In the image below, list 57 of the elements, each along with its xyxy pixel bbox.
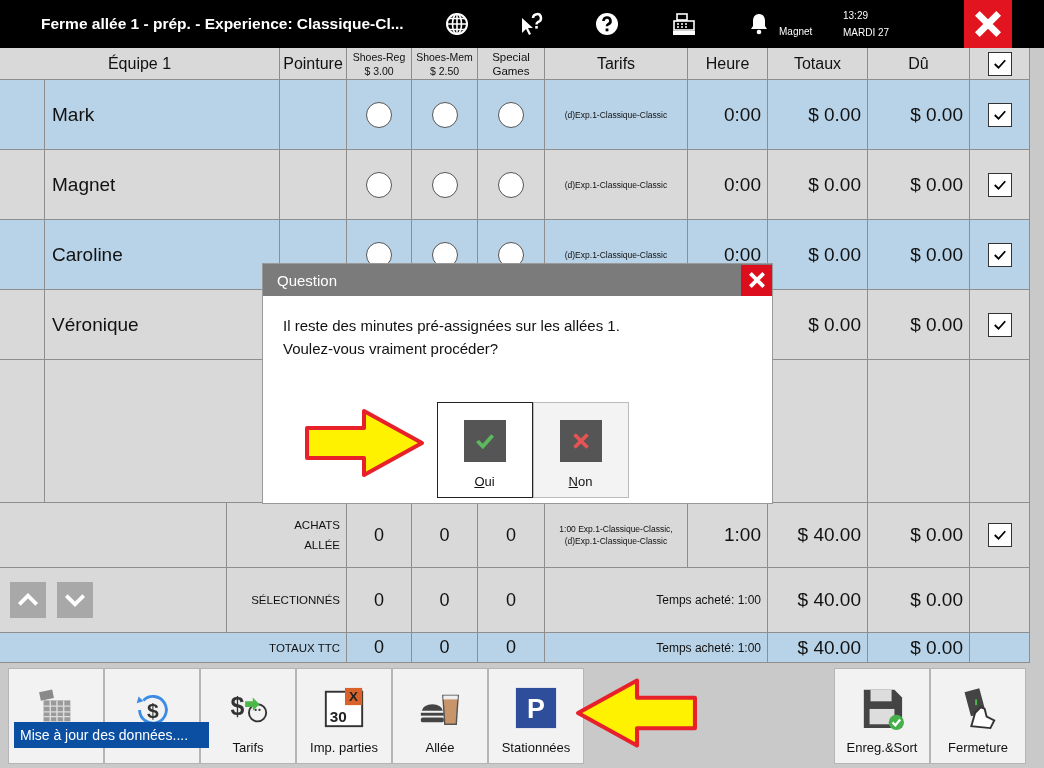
column-header: Équipe 1: [107, 54, 172, 73]
column-header: Heure: [705, 54, 750, 73]
due-cell: $ 0.00: [910, 589, 963, 611]
count-cell: 0: [506, 637, 516, 658]
column-header: Shoes-Mem $ 2.50: [416, 49, 473, 78]
column-header: Tarifs: [596, 54, 636, 73]
total-cell: $ 0.00: [808, 103, 861, 126]
due-cell: $ 0.00: [910, 103, 963, 126]
dialog-message: Il reste des minutes pré-assignées sur les allées 1. Voulez-vous vraiment procéder?: [282, 316, 621, 359]
time-cell: 1:00: [724, 524, 761, 546]
player-name: Magnet: [52, 173, 116, 196]
status-toast: Mise à jour des données....: [14, 722, 209, 748]
clock-date: MARDI 27: [843, 27, 891, 38]
total-cell: $ 40.00: [797, 524, 861, 546]
purchased-time: Temps acheté: 1:00: [656, 640, 761, 655]
count-cell: 0: [439, 524, 450, 546]
window-title: Ferme allée 1 - prép. - Experience: Classique-Cl...: [41, 15, 401, 33]
column-header: Dû: [908, 54, 929, 73]
count-cell: 0: [506, 589, 516, 611]
total-cell: $ 40.00: [797, 636, 861, 659]
row-label: ACHATS ALLÉE: [294, 518, 340, 553]
clock-time: 13:29: [843, 10, 870, 21]
due-cell: $ 0.00: [910, 636, 963, 659]
player-name: Véronique: [52, 313, 139, 336]
tariff-text: 1:00 Exp.1-Classique-Classic, (d)Exp.1-Classique-Classic: [558, 523, 674, 547]
count-cell: 0: [374, 637, 384, 658]
time-cell: 0:00: [724, 103, 761, 126]
column-header: Shoes-Reg $ 3.00: [352, 49, 406, 78]
total-cell: $ 0.00: [808, 173, 861, 196]
row-label: SÉLECTIONNÉS: [251, 593, 340, 608]
total-cell: $ 0.00: [808, 243, 861, 266]
count-cell: 0: [506, 524, 516, 546]
dialog-title: Question: [276, 271, 338, 289]
due-cell: $ 0.00: [910, 313, 963, 336]
time-cell: 0:00: [724, 243, 761, 266]
player-name: Caroline: [52, 243, 123, 266]
column-header: Totaux: [793, 54, 842, 73]
column-header: Pointure: [283, 54, 343, 73]
total-cell: $ 40.00: [797, 589, 861, 611]
due-cell: $ 0.00: [910, 243, 963, 266]
due-cell: $ 0.00: [910, 524, 963, 546]
row-label: TOTAUX TTC: [269, 640, 340, 656]
due-cell: $ 0.00: [910, 173, 963, 196]
total-cell: $ 0.00: [808, 313, 861, 336]
tariff-text: (d)Exp.1-Classique-Classic: [564, 108, 668, 121]
count-cell: 0: [374, 524, 384, 546]
time-cell: 0:00: [724, 173, 761, 196]
column-header: Special Games: [491, 49, 531, 78]
count-cell: 0: [439, 637, 450, 658]
player-name: Mark: [52, 103, 95, 126]
tariff-text: (d)Exp.1-Classique-Classic: [564, 178, 668, 191]
tariff-text: (d)Exp.1-Classique-Classic: [564, 248, 668, 261]
parking-icon: P: [514, 686, 558, 730]
count-cell: 0: [374, 589, 384, 611]
count-cell: 0: [439, 589, 450, 611]
user-name: Magnet: [779, 25, 814, 37]
purchased-time: Temps acheté: 1:00: [656, 593, 761, 607]
